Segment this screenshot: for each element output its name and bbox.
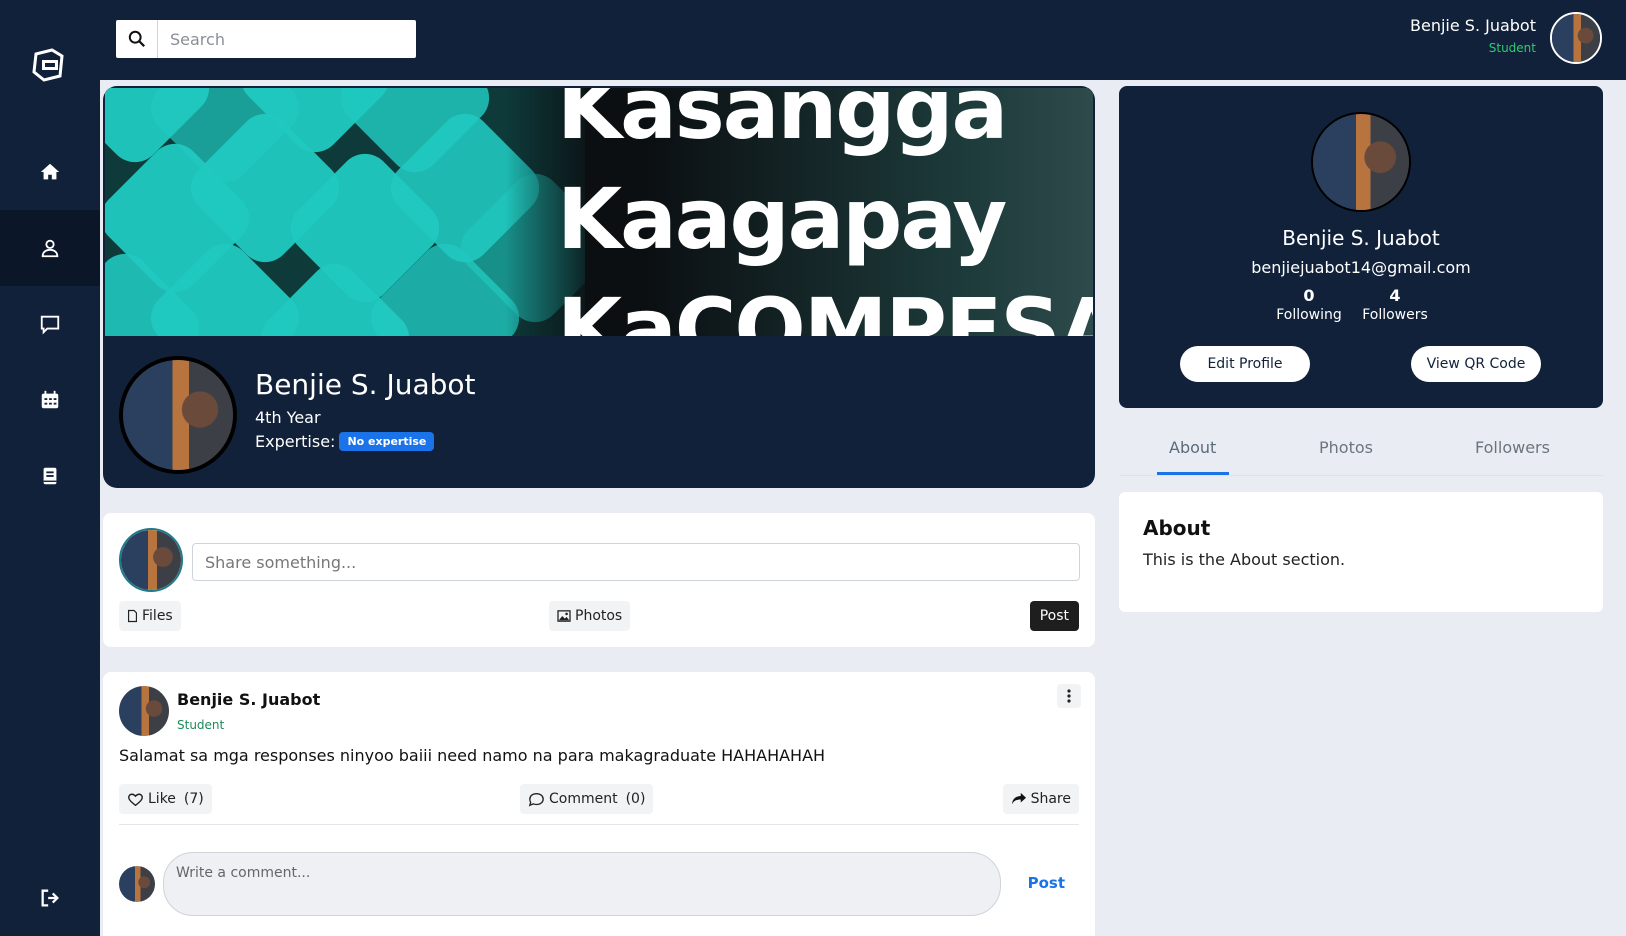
- chat-icon: [40, 315, 60, 335]
- sidebar-item-book[interactable]: [0, 438, 100, 514]
- post-author-avatar[interactable]: [119, 686, 169, 736]
- share-input[interactable]: [192, 543, 1080, 581]
- post-divider: [119, 824, 1079, 825]
- share-icon: [1011, 792, 1026, 805]
- sidebar: [0, 0, 100, 936]
- search-icon[interactable]: [116, 20, 158, 58]
- expertise-badge: No expertise: [339, 432, 435, 451]
- home-icon: [40, 163, 60, 180]
- comment-button[interactable]: Comment (0): [520, 784, 654, 814]
- followers-label: Followers: [1362, 307, 1428, 323]
- logout-icon: [41, 889, 59, 907]
- tab-photos[interactable]: Photos: [1319, 438, 1373, 457]
- about-text: This is the About section.: [1143, 550, 1346, 569]
- side-profile-avatar[interactable]: [1311, 112, 1411, 212]
- side-profile-email: benjiejuabot14@gmail.com: [1251, 258, 1471, 277]
- heart-icon: [128, 793, 143, 806]
- user-icon: [41, 239, 59, 258]
- like-button[interactable]: Like (7): [119, 784, 212, 814]
- share-label: Share: [1030, 791, 1071, 807]
- following-label: Following: [1276, 307, 1342, 323]
- side-profile-name: Benjie S. Juabot: [1282, 226, 1440, 250]
- logout-button[interactable]: [0, 860, 100, 936]
- image-icon: [557, 610, 571, 622]
- cover-banner: Kasangga Kaagapay KaCOMPESA.: [105, 88, 1093, 336]
- share-button[interactable]: Share: [1002, 784, 1079, 814]
- profile-name: Benjie S. Juabot: [255, 368, 476, 401]
- like-label: Like: [148, 791, 176, 807]
- comment-input[interactable]: [163, 852, 1001, 916]
- files-label: Files: [142, 608, 173, 624]
- profile-card: Kasangga Kaagapay KaCOMPESA. Benjie S. J…: [103, 86, 1095, 488]
- banner-line-3: KaCOMPESA.: [557, 280, 1093, 336]
- app-logo-icon[interactable]: [30, 46, 68, 84]
- profile-expertise: Expertise: No expertise: [255, 432, 435, 451]
- header-user-role: Student: [1488, 41, 1536, 55]
- following-stat[interactable]: 0 Following: [1264, 286, 1354, 323]
- about-section: About This is the About section.: [1119, 492, 1603, 612]
- post-text: Salamat sa mga responses ninyoo baiii ne…: [119, 746, 826, 765]
- header-user-name: Benjie S. Juabot: [1410, 16, 1536, 35]
- banner-line-2: Kaagapay: [557, 170, 1007, 268]
- header-avatar[interactable]: [1550, 12, 1602, 64]
- about-title: About: [1143, 516, 1211, 540]
- tab-about[interactable]: About: [1169, 438, 1216, 457]
- top-header: Benjie S. Juabot Student: [100, 0, 1626, 80]
- header-user-info: Benjie S. Juabot Student: [1410, 16, 1536, 55]
- post-card: Benjie S. Juabot Student Salamat sa mga …: [103, 672, 1095, 936]
- sidebar-item-calendar[interactable]: [0, 362, 100, 438]
- photos-label: Photos: [575, 608, 623, 624]
- sidebar-item-profile[interactable]: [0, 210, 100, 286]
- active-tab-indicator: [1157, 472, 1229, 475]
- sidebar-item-home[interactable]: [0, 134, 100, 210]
- tab-followers[interactable]: Followers: [1475, 438, 1550, 457]
- file-icon: [127, 609, 138, 623]
- like-count: (7): [183, 791, 204, 807]
- side-profile-card: Benjie S. Juabot benjiejuabot14@gmail.co…: [1119, 86, 1603, 408]
- comment-label: Comment: [549, 791, 618, 807]
- files-button[interactable]: Files: [119, 601, 181, 631]
- post-button[interactable]: Post: [1029, 601, 1079, 631]
- edit-profile-button[interactable]: Edit Profile: [1180, 346, 1310, 382]
- view-qr-code-button[interactable]: View QR Code: [1411, 346, 1541, 382]
- post-options-button[interactable]: [1057, 684, 1081, 708]
- kebab-menu-icon: [1067, 689, 1071, 703]
- comment-icon: [528, 792, 544, 807]
- following-count: 0: [1303, 286, 1315, 305]
- profile-avatar[interactable]: [119, 356, 237, 474]
- banner-line-1: Kasangga: [557, 88, 1008, 158]
- post-composer: Files Photos Post: [103, 513, 1095, 647]
- photos-button[interactable]: Photos: [549, 601, 631, 631]
- sidebar-item-messages[interactable]: [0, 286, 100, 362]
- calendar-icon: [41, 390, 59, 409]
- post-author-name[interactable]: Benjie S. Juabot: [177, 690, 320, 709]
- comment-post-button[interactable]: Post: [1028, 874, 1065, 892]
- expertise-label: Expertise:: [255, 432, 336, 451]
- search-input[interactable]: [158, 20, 416, 58]
- comment-avatar: [119, 866, 155, 902]
- followers-count: 4: [1389, 286, 1401, 305]
- post-author-role: Student: [177, 718, 225, 732]
- profile-year: 4th Year: [255, 408, 321, 427]
- profile-tabs: About Photos Followers: [1119, 430, 1603, 476]
- banner-text: Kasangga Kaagapay KaCOMPESA.: [557, 88, 1093, 336]
- search-bar: [116, 20, 416, 58]
- composer-avatar: [119, 528, 183, 592]
- book-icon: [43, 467, 57, 485]
- followers-stat[interactable]: 4 Followers: [1350, 286, 1440, 323]
- comment-count: (0): [625, 791, 646, 807]
